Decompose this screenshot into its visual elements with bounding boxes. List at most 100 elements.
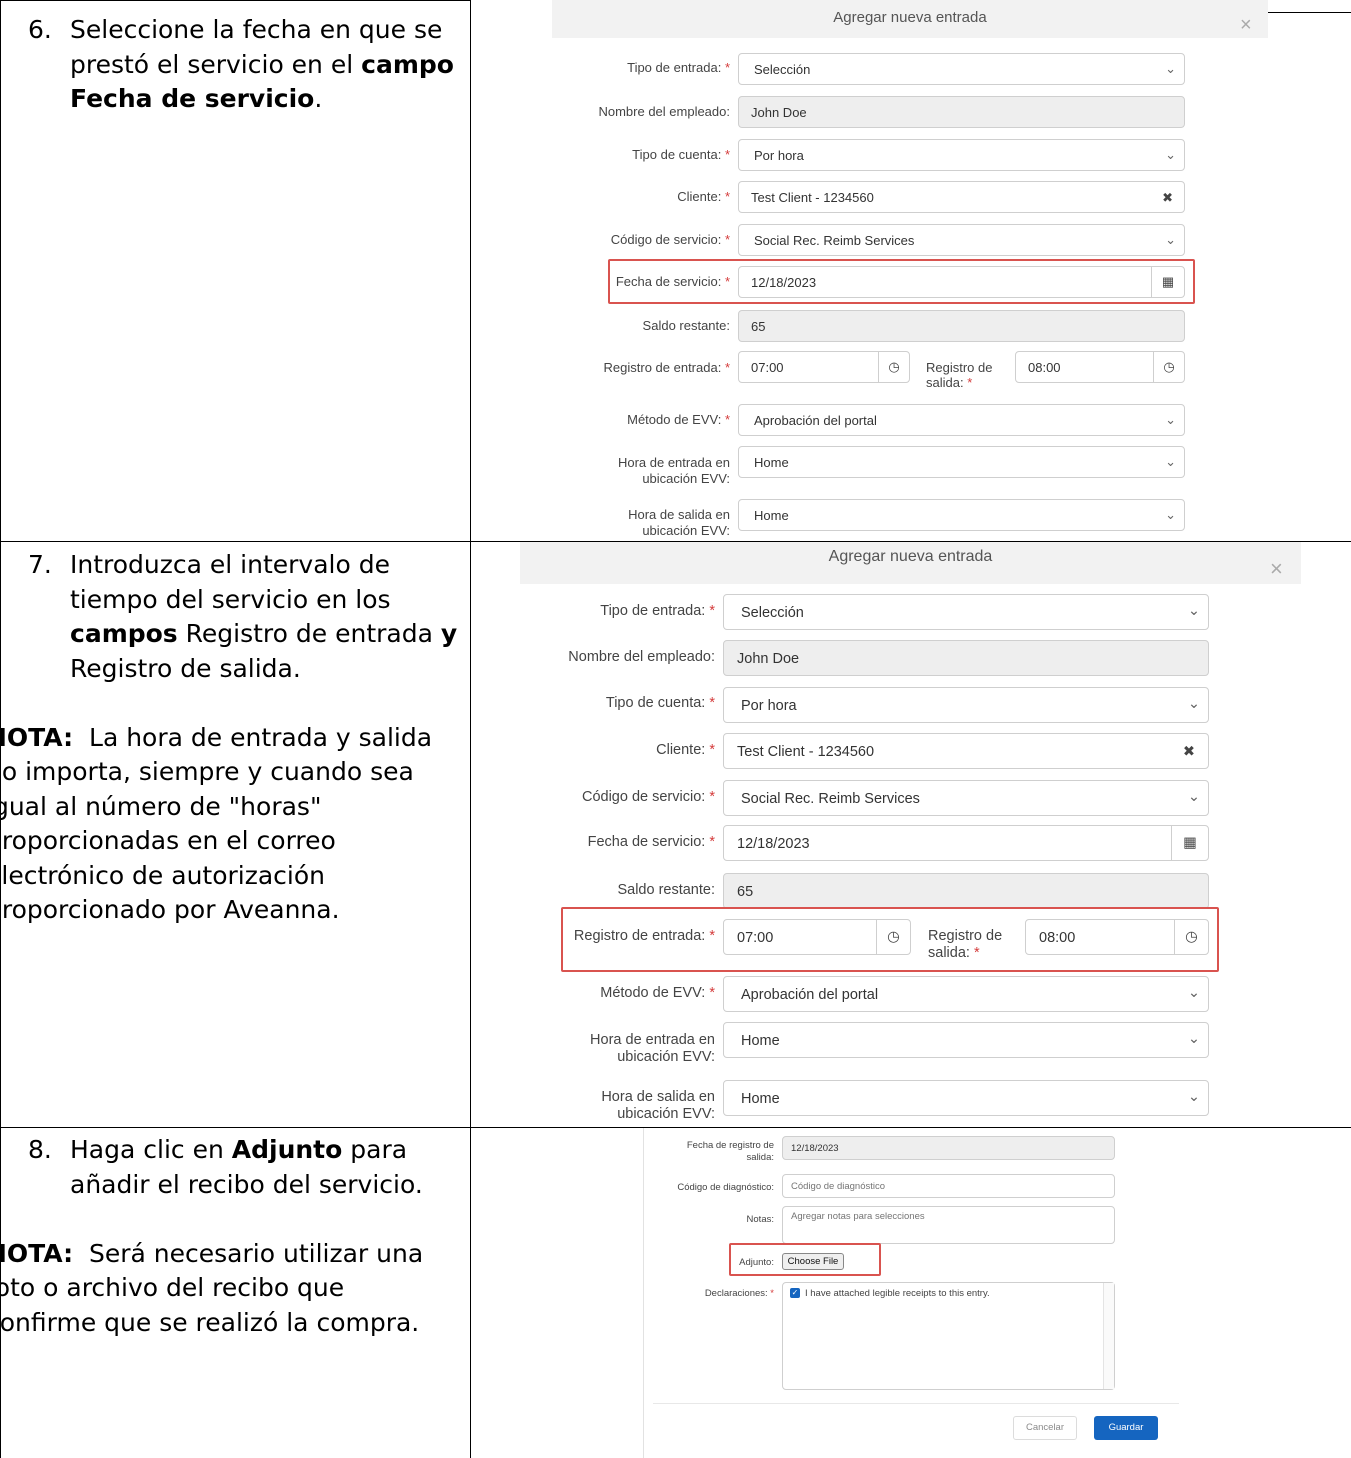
notas-textarea[interactable] [782, 1206, 1115, 1244]
tipo-entrada-select[interactable]: Selección ⌄ [723, 594, 1209, 630]
label-saldo: Saldo restante: [617, 882, 715, 898]
tipo-cuenta-select[interactable]: Por hora ⌄ [723, 687, 1209, 723]
footer-divider [653, 1403, 1179, 1404]
cliente-field[interactable]: Test Client - 1234560 ✖ [723, 733, 1209, 769]
label-metodo-evv: Método de EVV: * [600, 985, 715, 1001]
hora-salida-ubicacion-select[interactable]: Home ⌄ [738, 499, 1185, 531]
label-cliente: Cliente: * [656, 742, 715, 758]
clock-icon[interactable]: ◷ [878, 352, 909, 382]
step-6: 6. Seleccione la fecha en que se prestó … [28, 13, 458, 117]
hora-salida-ubicacion-select[interactable]: Home ⌄ [723, 1080, 1209, 1116]
label-tipo-entrada: Tipo de entrada: * [627, 60, 730, 75]
hora-entrada-ubicacion-select[interactable]: Home ⌄ [723, 1022, 1209, 1058]
declaration-text: I have attached legible receipts to this… [805, 1288, 990, 1299]
select-value: Por hora [741, 698, 797, 714]
label-nombre-empleado: Nombre del empleado: [568, 649, 715, 665]
registro-salida-field[interactable]: 08:00 ◷ [1015, 351, 1185, 383]
label-tipo-entrada: Tipo de entrada: * [600, 603, 715, 619]
fecha-registro-salida-field: 12/18/2023 [782, 1136, 1115, 1160]
label-nombre-empleado: Nombre del empleado: [598, 104, 730, 119]
cancel-button[interactable]: Cancelar [1013, 1416, 1077, 1440]
registro-entrada-field[interactable]: 07:00 ◷ [738, 351, 910, 383]
hora-entrada-ubicacion-select[interactable]: Home ⌄ [738, 446, 1185, 478]
clear-icon[interactable]: ✖ [1162, 190, 1173, 206]
tipo-entrada-select[interactable]: Selección ⌄ [738, 53, 1185, 85]
note-label: NOTA: [0, 722, 74, 752]
label-fecha-servicio: Fecha de servicio: * [587, 834, 715, 850]
chevron-down-icon: ⌄ [1187, 1089, 1200, 1105]
save-button[interactable]: Guardar [1094, 1416, 1158, 1440]
chevron-down-icon: ⌄ [1187, 789, 1200, 805]
close-icon[interactable]: × [1270, 556, 1283, 582]
chevron-down-icon: ⌄ [1187, 603, 1200, 619]
codigo-servicio-select[interactable]: Social Rec. Reimb Services ⌄ [723, 780, 1209, 816]
select-value: Por hora [754, 148, 804, 163]
step-number: 6. [28, 15, 52, 44]
field-value: John Doe [737, 651, 800, 667]
step-text-bold: Adjunto [231, 1135, 343, 1164]
select-value: Selección [741, 605, 804, 621]
step-7: 7. Introduzca el intervalo de tiempo del… [0, 548, 458, 928]
step-text-bold: campos [70, 619, 178, 648]
chevron-down-icon: ⌄ [1165, 507, 1176, 522]
chevron-down-icon: ⌄ [1187, 696, 1200, 712]
codigo-servicio-select[interactable]: Social Rec. Reimb Services ⌄ [738, 224, 1185, 256]
field-value: 65 [737, 884, 754, 900]
label-tipo-cuenta: Tipo de cuenta: * [632, 147, 730, 162]
metodo-evv-select[interactable]: Aprobación del portal ⌄ [723, 976, 1209, 1012]
step-number: 7. [28, 550, 52, 579]
label-hora-salida-ubicacion: Hora de salida en ubicación EVV: [601, 1089, 715, 1122]
codigo-diagnostico-input[interactable] [782, 1174, 1115, 1198]
close-icon[interactable]: × [1240, 14, 1252, 37]
select-value: Home [754, 455, 789, 470]
label-codigo-servicio: Código de servicio: * [581, 789, 715, 805]
cliente-field[interactable]: Test Client - 1234560 ✖ [738, 181, 1185, 213]
chevron-down-icon: ⌄ [1165, 412, 1176, 427]
dialog-title: Agregar nueva entrada [833, 9, 987, 26]
label-codigo-diagnostico: Código de diagnóstico: [677, 1182, 774, 1193]
label-saldo: Saldo restante: [642, 318, 730, 333]
step-text-part: Haga clic en [70, 1135, 232, 1164]
select-value: Home [741, 1033, 780, 1049]
label-tipo-cuenta: Tipo de cuenta: * [605, 695, 715, 711]
nombre-empleado-field: John Doe [723, 640, 1209, 676]
clear-icon[interactable]: ✖ [1183, 744, 1195, 760]
add-entry-dialog-step6: Agregar nueva entrada × Tipo de entrada:… [552, 0, 1268, 540]
select-value: Social Rec. Reimb Services [741, 791, 920, 807]
field-value: 07:00 [751, 360, 784, 375]
step-text-part: Registro de salida. [70, 653, 301, 683]
saldo-field: 65 [738, 310, 1185, 342]
fecha-servicio-field[interactable]: 12/18/2023 ▦ [723, 825, 1209, 861]
label-registro-salida: Registro de salida: * [926, 360, 993, 390]
highlight-registro-entrada-salida [561, 907, 1219, 972]
step-note: NOTA: La hora de entrada y salida no imp… [0, 721, 458, 928]
step-8: 8. Haga clic en Adjunto para añadir el r… [0, 1133, 458, 1340]
chevron-down-icon: ⌄ [1165, 61, 1176, 76]
step-text-part: Introduzca el intervalo de tiempo del se… [70, 550, 391, 614]
declaration-checkbox[interactable]: ✓ [790, 1288, 800, 1298]
label-hora-entrada-ubicacion: Hora de entrada en ubicación EVV: [617, 455, 730, 486]
field-value: Test Client - 1234560 [737, 744, 875, 760]
select-value: Aprobación del portal [754, 413, 877, 428]
dialog-header: Agregar nueva entrada [552, 0, 1268, 38]
chevron-down-icon: ⌄ [1165, 232, 1176, 247]
scrollbar[interactable] [1103, 1283, 1114, 1389]
add-entry-dialog-step7: Agregar nueva entrada × Tipo de entrada:… [520, 542, 1301, 1126]
declaraciones-box: ✓ I have attached legible receipts to th… [782, 1282, 1115, 1390]
chevron-down-icon: ⌄ [1165, 454, 1176, 469]
step-text: Haga clic en Adjunto para añadir el reci… [70, 1133, 458, 1202]
clock-icon[interactable]: ◷ [1153, 352, 1184, 382]
field-value: 12/18/2023 [737, 836, 810, 852]
chevron-down-icon: ⌄ [1187, 985, 1200, 1001]
select-value: Social Rec. Reimb Services [754, 233, 915, 248]
step-note: NOTA: Será necesario utilizar una foto o… [0, 1237, 458, 1341]
field-value: 65 [751, 319, 766, 334]
highlight-fecha-servicio [608, 259, 1195, 304]
table-border-top-right [1268, 12, 1351, 13]
label-cliente: Cliente: * [677, 189, 730, 204]
step-number: 8. [28, 1135, 52, 1164]
field-value: 08:00 [1028, 360, 1061, 375]
metodo-evv-select[interactable]: Aprobación del portal ⌄ [738, 404, 1185, 436]
tipo-cuenta-select[interactable]: Por hora ⌄ [738, 139, 1185, 171]
calendar-icon[interactable]: ▦ [1171, 826, 1208, 860]
